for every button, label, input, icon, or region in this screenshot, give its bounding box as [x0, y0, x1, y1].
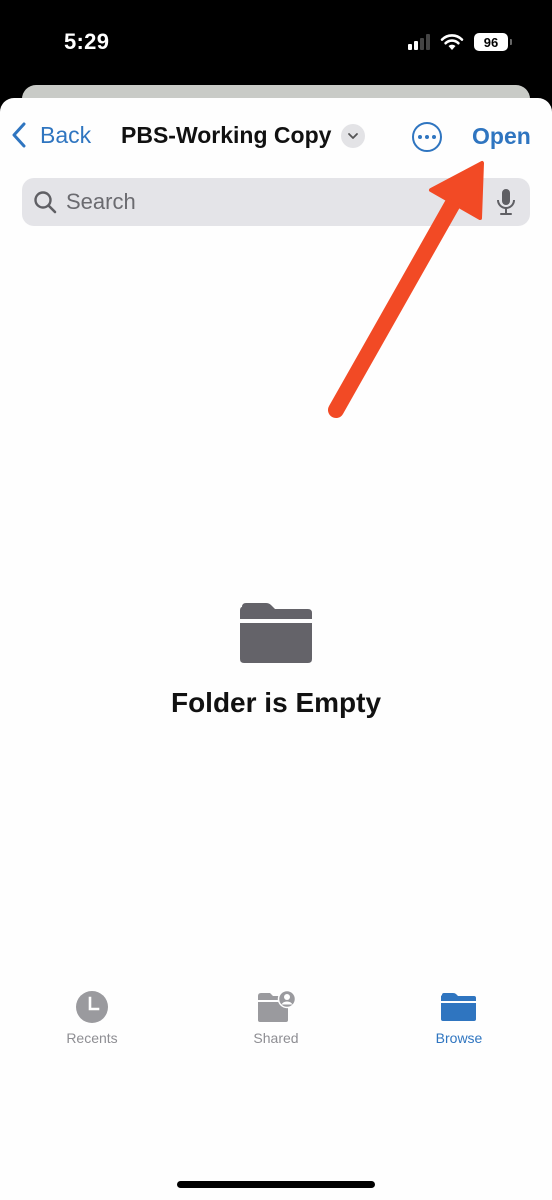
- empty-message: Folder is Empty: [170, 687, 382, 718]
- folder-title: PBS-Working Copy: [121, 122, 332, 148]
- phone-screen: 5:29 96 Back PBS-Working Copy Open Searc…: [0, 0, 552, 1200]
- folder-title-menu[interactable]: PBS-Working Copy: [121, 122, 366, 149]
- status-time: 5:29: [64, 29, 110, 54]
- folder-icon: [441, 993, 476, 1021]
- ellipsis-dot: [418, 135, 422, 139]
- status-indicators: 96: [408, 33, 512, 51]
- search-icon: [34, 191, 57, 214]
- back-button[interactable]: Back: [10, 120, 91, 150]
- navigation-bar: Back PBS-Working Copy Open: [0, 98, 552, 178]
- tab-recents[interactable]: Recents: [32, 990, 152, 1046]
- empty-state: Folder is Empty: [0, 603, 552, 719]
- wifi-icon: [440, 34, 464, 50]
- more-options-button[interactable]: [412, 122, 442, 152]
- microphone-icon[interactable]: [494, 187, 518, 217]
- tab-browse[interactable]: Browse: [399, 990, 519, 1046]
- shared-folder-icon: [258, 990, 296, 1022]
- tab-bar: Recents Shared Browse: [0, 990, 552, 1060]
- folder-icon: [240, 603, 312, 663]
- ellipsis-dot: [432, 135, 436, 139]
- chevron-left-icon: [12, 122, 26, 148]
- home-indicator[interactable]: [177, 1181, 375, 1188]
- tab-label: Shared: [253, 1030, 299, 1046]
- cellular-signal-icon: [408, 34, 430, 50]
- clock-icon: [76, 991, 108, 1023]
- ellipsis-dot: [425, 135, 429, 139]
- open-button[interactable]: Open: [472, 123, 531, 150]
- tab-shared[interactable]: Shared: [216, 990, 336, 1046]
- tab-label: Recents: [66, 1030, 118, 1046]
- tab-label: Browse: [435, 1030, 483, 1046]
- search-bar[interactable]: [22, 178, 530, 226]
- search-input[interactable]: [66, 189, 494, 215]
- chevron-down-icon[interactable]: [341, 123, 366, 148]
- back-label: Back: [40, 121, 92, 148]
- battery-indicator: 96: [474, 33, 512, 51]
